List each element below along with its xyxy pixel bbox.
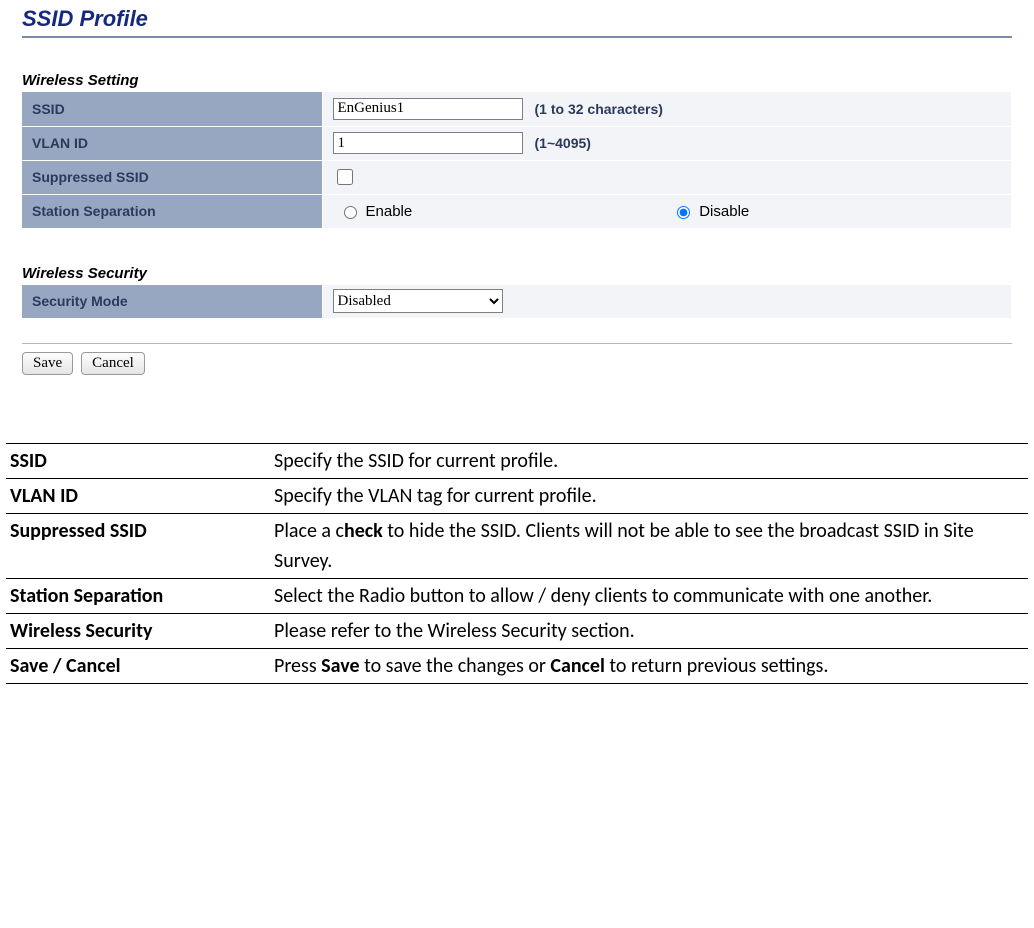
desc-text-station-sep: Select the Radio button to allow / deny …: [270, 579, 1028, 614]
desc-row-suppressed: Suppressed SSID Place a check to hide th…: [6, 514, 1028, 579]
desc-text-suppressed: Place a check to hide the SSID. Clients …: [270, 514, 1028, 579]
desc-text-vlan: Specify the VLAN tag for current profile…: [270, 479, 1028, 514]
station-sep-disable-label: Disable: [699, 203, 749, 220]
vlan-label: VLAN ID: [22, 126, 322, 160]
desc-label-vlan: VLAN ID: [6, 479, 270, 514]
security-mode-value-cell: Disabled: [322, 285, 1012, 319]
desc-text-ssid: Specify the SSID for current profile.: [270, 444, 1028, 479]
suppressed-ssid-row: Suppressed SSID: [22, 160, 1012, 194]
ssid-row: SSID (1 to 32 characters): [22, 92, 1012, 126]
desc-row-vlan: VLAN ID Specify the VLAN tag for current…: [6, 479, 1028, 514]
desc-label-station-sep: Station Separation: [6, 579, 270, 614]
description-table: SSID Specify the SSID for current profil…: [6, 443, 1028, 684]
desc-label-ssid: SSID: [6, 444, 270, 479]
config-panel: SSID Profile Wireless Setting SSID (1 to…: [0, 6, 1034, 395]
station-separation-value-cell: Enable Disable: [322, 194, 1012, 228]
ssid-input[interactable]: [333, 98, 523, 120]
ssid-label: SSID: [22, 92, 322, 126]
ssid-hint: (1 to 32 characters): [535, 101, 663, 117]
cancel-button[interactable]: Cancel: [81, 352, 145, 375]
desc-row-save-cancel: Save / Cancel Press Save to save the cha…: [6, 649, 1028, 684]
desc-row-ssid: SSID Specify the SSID for current profil…: [6, 444, 1028, 479]
desc-label-suppressed: Suppressed SSID: [6, 514, 270, 579]
vlan-hint: (1~4095): [535, 135, 591, 151]
suppressed-ssid-checkbox[interactable]: [337, 169, 353, 185]
description-region: SSID Specify the SSID for current profil…: [0, 443, 1034, 704]
ssid-value-cell: (1 to 32 characters): [322, 92, 1012, 126]
security-mode-label: Security Mode: [22, 285, 322, 319]
station-separation-row: Station Separation Enable Disable: [22, 194, 1012, 228]
page-title: SSID Profile: [22, 6, 1012, 32]
suppressed-ssid-label: Suppressed SSID: [22, 160, 322, 194]
station-sep-enable-label: Enable: [366, 203, 413, 220]
vlan-input[interactable]: [333, 132, 523, 154]
button-row: Save Cancel: [22, 352, 1012, 395]
suppressed-ssid-value-cell: [322, 160, 1012, 194]
security-mode-row: Security Mode Disabled: [22, 285, 1012, 319]
desc-row-wireless-security: Wireless Security Please refer to the Wi…: [6, 614, 1028, 649]
desc-label-save-cancel: Save / Cancel: [6, 649, 270, 684]
wireless-security-heading: Wireless Security: [22, 265, 1012, 282]
desc-text-wireless-security: Please refer to the Wireless Security se…: [270, 614, 1028, 649]
desc-label-wireless-security: Wireless Security: [6, 614, 270, 649]
button-separator: [22, 343, 1012, 344]
wireless-security-table: Security Mode Disabled: [22, 285, 1012, 320]
page-title-rule: [22, 36, 1012, 38]
desc-text-save-cancel: Press Save to save the changes or Cancel…: [270, 649, 1028, 684]
desc-row-station-sep: Station Separation Select the Radio butt…: [6, 579, 1028, 614]
wireless-setting-heading: Wireless Setting: [22, 72, 1012, 89]
save-button[interactable]: Save: [22, 352, 73, 375]
station-separation-label: Station Separation: [22, 194, 322, 228]
security-mode-select[interactable]: Disabled: [333, 289, 503, 313]
vlan-row: VLAN ID (1~4095): [22, 126, 1012, 160]
station-sep-disable-option[interactable]: Disable: [672, 203, 749, 220]
station-sep-enable-radio[interactable]: [344, 206, 357, 219]
station-sep-enable-option[interactable]: Enable: [339, 203, 413, 220]
vlan-value-cell: (1~4095): [322, 126, 1012, 160]
wireless-setting-table: SSID (1 to 32 characters) VLAN ID (1~409…: [22, 92, 1012, 229]
station-sep-disable-radio[interactable]: [677, 206, 690, 219]
